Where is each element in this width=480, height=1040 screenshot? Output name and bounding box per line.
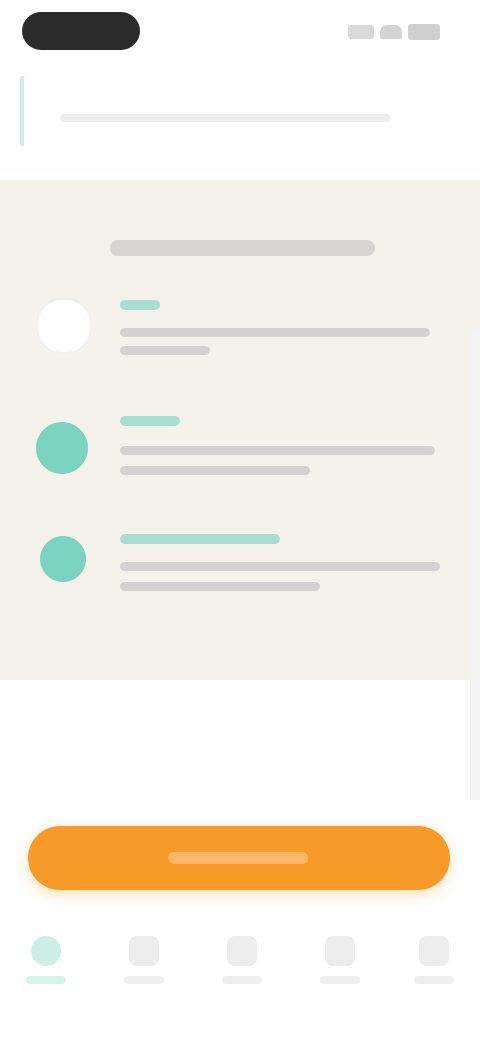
step-label-placeholder — [120, 534, 280, 544]
tab-label-placeholder — [414, 976, 454, 984]
status-time-pill — [22, 12, 140, 50]
step-label-placeholder — [120, 300, 160, 310]
app-screen — [0, 0, 480, 1040]
step-item — [0, 292, 480, 382]
header-subtitle-placeholder — [60, 114, 390, 122]
step-description-placeholder — [120, 466, 310, 475]
home-icon — [31, 936, 61, 966]
check-circle-icon — [36, 422, 88, 474]
wifi-icon — [380, 25, 402, 39]
signal-icon — [348, 25, 374, 39]
section-title-placeholder — [110, 240, 375, 256]
scrollbar[interactable] — [470, 330, 480, 800]
step-description-placeholder — [120, 582, 320, 591]
tab-label-placeholder — [124, 976, 164, 984]
check-circle-icon — [40, 536, 86, 582]
circle-icon — [36, 298, 92, 354]
step-description-placeholder — [120, 346, 210, 355]
step-label-placeholder — [120, 416, 180, 426]
steps-card — [0, 180, 480, 680]
tab-icon — [325, 936, 355, 966]
status-bar — [0, 0, 480, 64]
tab-label-placeholder — [26, 976, 66, 984]
battery-icon — [408, 24, 440, 40]
header — [0, 64, 480, 174]
step-description-placeholder — [120, 328, 430, 337]
step-item — [0, 410, 480, 500]
tab-icon — [419, 936, 449, 966]
tab-home[interactable] — [16, 930, 76, 1010]
bottom-tab-bar — [0, 910, 480, 1040]
tab-4[interactable] — [310, 930, 370, 1010]
button-label-placeholder — [168, 852, 308, 864]
tab-2[interactable] — [114, 930, 174, 1010]
step-description-placeholder — [120, 446, 435, 455]
tab-label-placeholder — [320, 976, 360, 984]
tab-label-placeholder — [222, 976, 262, 984]
chevron-left-icon[interactable] — [20, 76, 54, 146]
step-item — [0, 530, 480, 620]
primary-action-button[interactable] — [28, 826, 450, 890]
tab-icon — [129, 936, 159, 966]
step-description-placeholder — [120, 562, 440, 571]
tab-icon — [227, 936, 257, 966]
tab-3[interactable] — [212, 930, 272, 1010]
tab-5[interactable] — [404, 930, 464, 1010]
status-icons — [348, 24, 440, 40]
